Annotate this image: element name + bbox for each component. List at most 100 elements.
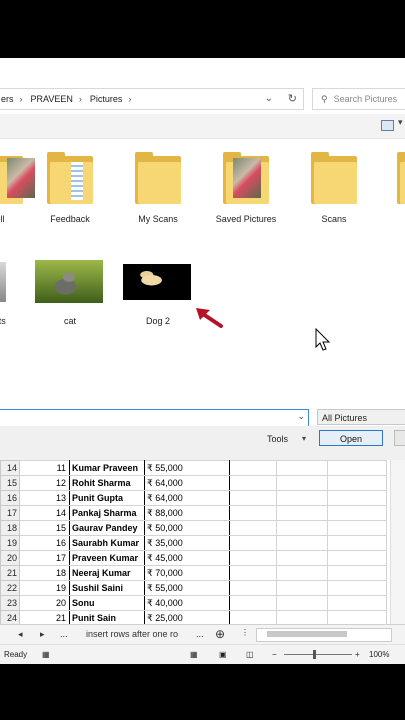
cell-empty[interactable]	[229, 475, 277, 491]
cell-empty[interactable]	[276, 505, 328, 521]
chevron-down-icon[interactable]: ⌄	[297, 411, 305, 422]
cell-empty[interactable]	[276, 535, 328, 551]
cell-empty[interactable]	[327, 550, 387, 566]
add-sheet-icon[interactable]: ⊕	[215, 627, 225, 641]
tab-scroll-left-icon[interactable]: ◂	[18, 629, 23, 640]
horizontal-scrollbar[interactable]	[256, 628, 392, 642]
cell-amount[interactable]: ₹ 64,000	[144, 490, 230, 506]
cell-empty[interactable]	[276, 580, 328, 596]
row-header[interactable]: 17	[0, 505, 20, 521]
cell-sno[interactable]: 13	[19, 490, 70, 506]
breadcrumb-pictures[interactable]: Pictures	[90, 89, 123, 109]
cell-name[interactable]: Kumar Praveen	[69, 460, 145, 476]
cell-empty[interactable]	[327, 490, 387, 506]
cell-empty[interactable]	[327, 535, 387, 551]
cell-name[interactable]: Rohit Sharma	[69, 475, 145, 491]
chevron-down-icon[interactable]: ⌄	[265, 89, 273, 109]
cell-amount[interactable]: ₹ 55,000	[144, 460, 230, 476]
row-header[interactable]: 21	[0, 565, 20, 581]
cell-amount[interactable]: ₹ 45,000	[144, 550, 230, 566]
row-header[interactable]: 16	[0, 490, 20, 506]
page-layout-icon[interactable]: ▣	[219, 650, 227, 659]
cell-sno[interactable]: 14	[19, 505, 70, 521]
cell-amount[interactable]: ₹ 70,000	[144, 565, 230, 581]
cell-empty[interactable]	[327, 460, 387, 476]
cell-empty[interactable]	[229, 490, 277, 506]
cell-empty[interactable]	[229, 595, 277, 611]
cell-empty[interactable]	[327, 595, 387, 611]
open-button[interactable]: Open	[319, 430, 383, 446]
cell-empty[interactable]	[327, 520, 387, 536]
chevron-down-icon[interactable]: ▾	[302, 434, 306, 443]
cell-empty[interactable]	[327, 505, 387, 521]
cell-sno[interactable]: 18	[19, 565, 70, 581]
cell-sno[interactable]: 12	[19, 475, 70, 491]
row-header[interactable]: 14	[0, 460, 20, 476]
cell-empty[interactable]	[229, 535, 277, 551]
cell-sno[interactable]: 19	[19, 580, 70, 596]
cell-empty[interactable]	[229, 565, 277, 581]
zoom-slider[interactable]	[284, 654, 352, 655]
hscroll-divider-icon[interactable]: ⋮	[241, 628, 249, 637]
file-type-select[interactable]: All Pictures	[317, 409, 405, 425]
cell-empty[interactable]	[276, 475, 328, 491]
cell-amount[interactable]: ₹ 40,000	[144, 595, 230, 611]
more-options-icon[interactable]: ▾	[398, 117, 403, 128]
cell-name[interactable]: Sushil Saini	[69, 580, 145, 596]
row-header[interactable]: 23	[0, 595, 20, 611]
row-header[interactable]: 15	[0, 475, 20, 491]
zoom-slider-thumb[interactable]	[313, 650, 316, 659]
cell-empty[interactable]	[327, 565, 387, 581]
cell-empty[interactable]	[276, 520, 328, 536]
tab-scroll-right-icon[interactable]: ▸	[40, 629, 45, 640]
cell-sno[interactable]: 20	[19, 595, 70, 611]
cell-empty[interactable]	[276, 460, 328, 476]
sheet-tab[interactable]: insert rows after one ro	[86, 629, 178, 639]
tools-menu[interactable]: Tools	[267, 434, 288, 444]
address-bar[interactable]: ers › PRAVEEN › Pictures › ⌄ ↻	[0, 88, 304, 110]
cell-sno[interactable]: 11	[19, 460, 70, 476]
cell-empty[interactable]	[327, 580, 387, 596]
zoom-out-icon[interactable]: −	[272, 650, 277, 659]
row-header[interactable]: 22	[0, 580, 20, 596]
cell-empty[interactable]	[276, 550, 328, 566]
row-header[interactable]: 18	[0, 520, 20, 536]
cell-name[interactable]: Punit Gupta	[69, 490, 145, 506]
cell-name[interactable]: Pankaj Sharma	[69, 505, 145, 521]
file-name-input[interactable]: ⌄	[0, 409, 309, 427]
zoom-in-icon[interactable]: +	[355, 650, 360, 659]
cell-sno[interactable]: 17	[19, 550, 70, 566]
cell-name[interactable]: Saurabh Kumar	[69, 535, 145, 551]
cell-sno[interactable]: 16	[19, 535, 70, 551]
search-box[interactable]: ⚲ Search Pictures	[312, 88, 405, 110]
cell-empty[interactable]	[229, 550, 277, 566]
cancel-button[interactable]	[394, 430, 405, 446]
breadcrumb-users[interactable]: ers	[1, 89, 14, 109]
refresh-icon[interactable]: ↻	[288, 89, 297, 109]
normal-view-icon[interactable]: ▦	[190, 650, 198, 659]
cell-empty[interactable]	[276, 565, 328, 581]
cell-amount[interactable]: ₹ 55,000	[144, 580, 230, 596]
cell-empty[interactable]	[229, 505, 277, 521]
cell-empty[interactable]	[276, 490, 328, 506]
cell-amount[interactable]: ₹ 64,000	[144, 475, 230, 491]
view-mode-icon[interactable]	[381, 120, 394, 131]
cell-empty[interactable]	[276, 595, 328, 611]
cell-empty[interactable]	[327, 475, 387, 491]
cell-empty[interactable]	[229, 520, 277, 536]
cell-name[interactable]: Praveen Kumar	[69, 550, 145, 566]
cell-amount[interactable]: ₹ 50,000	[144, 520, 230, 536]
cell-amount[interactable]: ₹ 88,000	[144, 505, 230, 521]
tabs-more-right[interactable]: ...	[196, 629, 204, 639]
row-header[interactable]: 19	[0, 535, 20, 551]
cell-sno[interactable]: 15	[19, 520, 70, 536]
row-header[interactable]: 20	[0, 550, 20, 566]
cell-name[interactable]: Gaurav Pandey	[69, 520, 145, 536]
breadcrumb-praveen[interactable]: PRAVEEN	[31, 89, 73, 109]
scroll-thumb[interactable]	[267, 631, 347, 637]
cell-empty[interactable]	[229, 460, 277, 476]
cell-amount[interactable]: ₹ 35,000	[144, 535, 230, 551]
cell-name[interactable]: Sonu	[69, 595, 145, 611]
cell-name[interactable]: Neeraj Kumar	[69, 565, 145, 581]
cell-empty[interactable]	[229, 580, 277, 596]
